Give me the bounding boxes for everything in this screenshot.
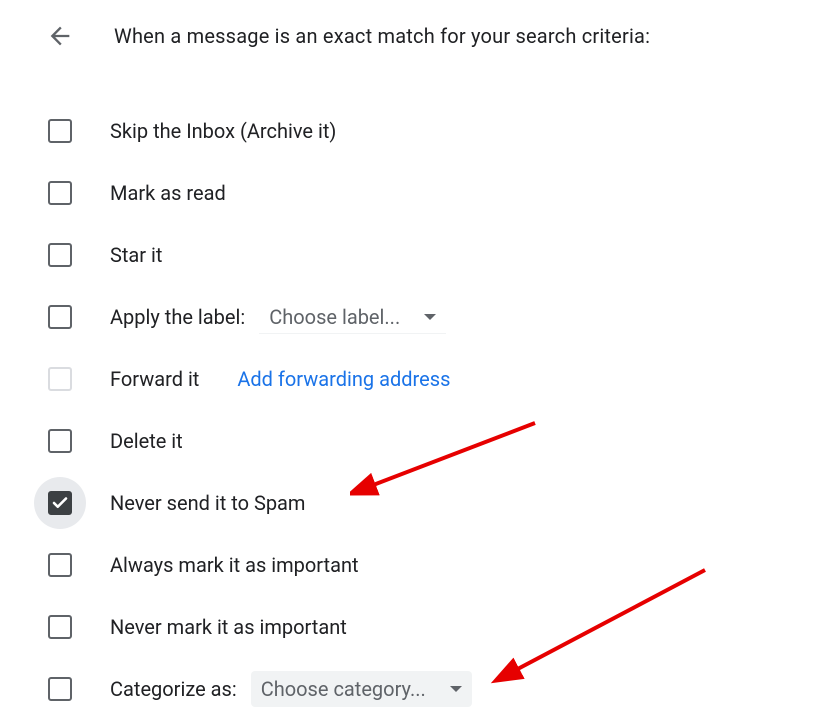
back-arrow-icon[interactable]	[46, 22, 74, 50]
label-skip-inbox: Skip the Inbox (Archive it)	[110, 119, 336, 143]
checkbox-apply-label[interactable]	[46, 303, 74, 331]
text-categorize-as: Categorize as:	[110, 677, 237, 701]
option-never-important: Never mark it as important	[0, 596, 818, 658]
label-apply-label: Apply the label: Choose label...	[110, 301, 446, 334]
text-forward-it: Forward it	[110, 367, 199, 391]
caret-down-icon	[450, 686, 462, 692]
checkbox-delete-it[interactable]	[46, 427, 74, 455]
checkbox-star-it[interactable]	[46, 241, 74, 269]
label-star-it: Star it	[110, 243, 162, 267]
header-title: When a message is an exact match for you…	[114, 24, 650, 48]
checkbox-categorize-as[interactable]	[46, 675, 74, 703]
label-never-important: Never mark it as important	[110, 615, 347, 639]
option-delete-it: Delete it	[0, 410, 818, 472]
dropdown-choose-label[interactable]: Choose label...	[259, 301, 446, 334]
label-delete-it: Delete it	[110, 429, 183, 453]
option-mark-read: Mark as read	[0, 162, 818, 224]
label-categorize-as: Categorize as: Choose category...	[110, 671, 472, 707]
option-forward-it: Forward it Add forwarding address	[0, 348, 818, 410]
option-always-important: Always mark it as important	[0, 534, 818, 596]
label-always-important: Always mark it as important	[110, 553, 359, 577]
checkbox-always-important[interactable]	[46, 551, 74, 579]
filter-options-list: Skip the Inbox (Archive it) Mark as read…	[0, 50, 818, 720]
label-never-spam: Never send it to Spam	[110, 491, 305, 515]
option-star-it: Star it	[0, 224, 818, 286]
dropdown-choose-label-text: Choose label...	[269, 305, 400, 329]
checkbox-never-spam[interactable]	[46, 489, 74, 517]
checkbox-mark-read[interactable]	[46, 179, 74, 207]
option-never-spam: Never send it to Spam	[0, 472, 818, 534]
option-skip-inbox: Skip the Inbox (Archive it)	[0, 100, 818, 162]
option-categorize-as: Categorize as: Choose category...	[0, 658, 818, 720]
checkbox-never-important[interactable]	[46, 613, 74, 641]
checkbox-forward-it[interactable]	[46, 365, 74, 393]
caret-down-icon	[424, 314, 436, 320]
link-add-forwarding-address[interactable]: Add forwarding address	[237, 367, 450, 391]
dropdown-choose-category-text: Choose category...	[261, 677, 426, 701]
text-apply-label: Apply the label:	[110, 305, 245, 329]
label-mark-read: Mark as read	[110, 181, 226, 205]
dropdown-choose-category[interactable]: Choose category...	[251, 671, 472, 707]
label-forward-it: Forward it Add forwarding address	[110, 367, 450, 391]
filter-header: When a message is an exact match for you…	[0, 0, 818, 50]
option-apply-label: Apply the label: Choose label...	[0, 286, 818, 348]
checkbox-skip-inbox[interactable]	[46, 117, 74, 145]
